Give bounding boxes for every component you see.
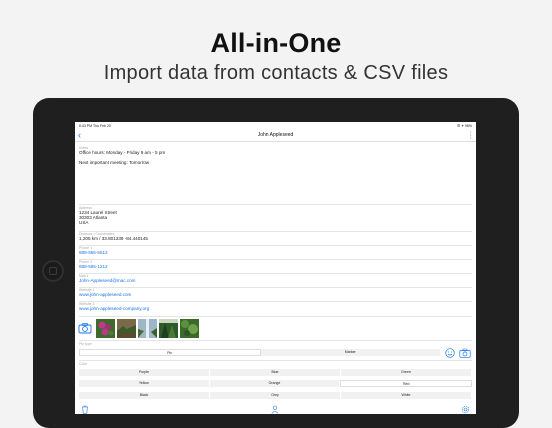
phone2-link[interactable]: 888-555-1212 bbox=[79, 264, 108, 269]
phone1-link[interactable]: 888-555-5512 bbox=[79, 250, 108, 255]
color-segmented-row[interactable]: Purple Blue Green bbox=[79, 369, 472, 376]
divider bbox=[79, 287, 472, 288]
camera-icon[interactable] bbox=[459, 348, 471, 358]
photo-thumbnail[interactable] bbox=[180, 319, 199, 338]
phone2-field[interactable]: Phone 2 888-555-1212 bbox=[79, 260, 108, 269]
color-option[interactable]: Grey bbox=[210, 392, 341, 399]
website2-link[interactable]: www.john-appleseed-company.org bbox=[79, 306, 149, 311]
hero-title: All-in-One bbox=[210, 28, 342, 58]
notes-field[interactable]: Notes Office hours: Monday - Friday 9 am… bbox=[79, 146, 165, 165]
divider bbox=[79, 273, 472, 274]
nav-title: John Appleseed bbox=[257, 132, 294, 138]
website1-field[interactable]: Website 1 www.john-appleseed.com bbox=[79, 288, 131, 297]
distance-field: Distance | Coordinates 1,205 km / 33.801… bbox=[79, 232, 148, 241]
color-option[interactable]: Yellow bbox=[79, 380, 210, 387]
website2-field[interactable]: Website 2 www.john-appleseed-company.org bbox=[79, 302, 149, 311]
gear-icon[interactable] bbox=[461, 405, 470, 414]
color-option[interactable]: Orange bbox=[209, 380, 341, 387]
bottom-toolbar bbox=[75, 404, 476, 414]
address-line: USA bbox=[79, 220, 89, 226]
smiley-icon[interactable] bbox=[445, 348, 455, 358]
app-screen: 6:43 PM Thu Feb 20 ☰ ✦ 98% ‹ John Apples… bbox=[75, 122, 476, 414]
mail1-link[interactable]: John-Appleseed@mac.com bbox=[79, 278, 136, 283]
website1-link[interactable]: www.john-appleseed.com bbox=[79, 292, 131, 297]
mail1-field[interactable]: Mail 1 John-Appleseed@mac.com bbox=[79, 274, 136, 283]
photo-thumbnail[interactable] bbox=[138, 319, 157, 338]
divider bbox=[79, 245, 472, 246]
color-segmented-row[interactable]: Black Grey White bbox=[79, 392, 472, 399]
hero-subtitle: Import data from contacts & CSV files bbox=[103, 62, 449, 84]
trash-icon[interactable] bbox=[81, 405, 89, 414]
color-option[interactable]: Blue bbox=[210, 369, 341, 376]
divider bbox=[79, 360, 472, 361]
divider bbox=[79, 204, 472, 205]
pin-option-pin[interactable]: Pin bbox=[79, 349, 261, 356]
color-label: Color bbox=[79, 362, 88, 366]
more-vertical-icon[interactable]: · · · bbox=[470, 129, 472, 142]
color-option[interactable]: Purple bbox=[79, 369, 210, 376]
color-option[interactable]: Green bbox=[341, 369, 472, 376]
photo-thumbnail[interactable] bbox=[96, 319, 115, 338]
divider bbox=[79, 340, 472, 341]
color-segmented-row[interactable]: Yellow Orange Red bbox=[79, 380, 473, 387]
status-bar: 6:43 PM Thu Feb 20 ☰ ✦ 98% bbox=[75, 122, 476, 129]
status-indicators: ☰ ✦ 98% bbox=[456, 123, 472, 128]
status-date: Thu Feb 20 bbox=[92, 123, 111, 128]
notes-line: Office hours: Monday - Friday 9 am - 5 p… bbox=[79, 150, 166, 155]
pin-type-label: Pin type bbox=[79, 342, 92, 346]
photo-thumbnail[interactable] bbox=[159, 319, 178, 338]
pin-type-segmented[interactable]: Pin Marker bbox=[79, 349, 441, 356]
camera-icon[interactable] bbox=[78, 321, 92, 335]
divider bbox=[79, 259, 472, 260]
phone1-field[interactable]: Phone 1 888-555-5512 bbox=[79, 246, 108, 255]
color-option[interactable]: Black bbox=[79, 392, 210, 399]
color-option[interactable]: White bbox=[341, 392, 472, 399]
pin-option-marker[interactable]: Marker bbox=[260, 349, 441, 356]
photo-thumbnail[interactable] bbox=[117, 319, 136, 338]
address-field[interactable]: Address 1234 Laurel Street 30303 Atlanta… bbox=[79, 206, 117, 226]
status-time: 6:43 PM bbox=[79, 123, 93, 128]
divider bbox=[79, 316, 472, 317]
home-button[interactable] bbox=[42, 260, 64, 282]
nav-bar: ‹ John Appleseed · · · bbox=[75, 129, 476, 142]
notes-line: Next important meeting: Tomorrow bbox=[79, 160, 150, 166]
person-icon[interactable] bbox=[271, 405, 279, 414]
color-option-selected[interactable]: Red bbox=[340, 380, 473, 387]
distance-value: 1,205 km / 33.801339 -84.440145 bbox=[79, 236, 148, 241]
